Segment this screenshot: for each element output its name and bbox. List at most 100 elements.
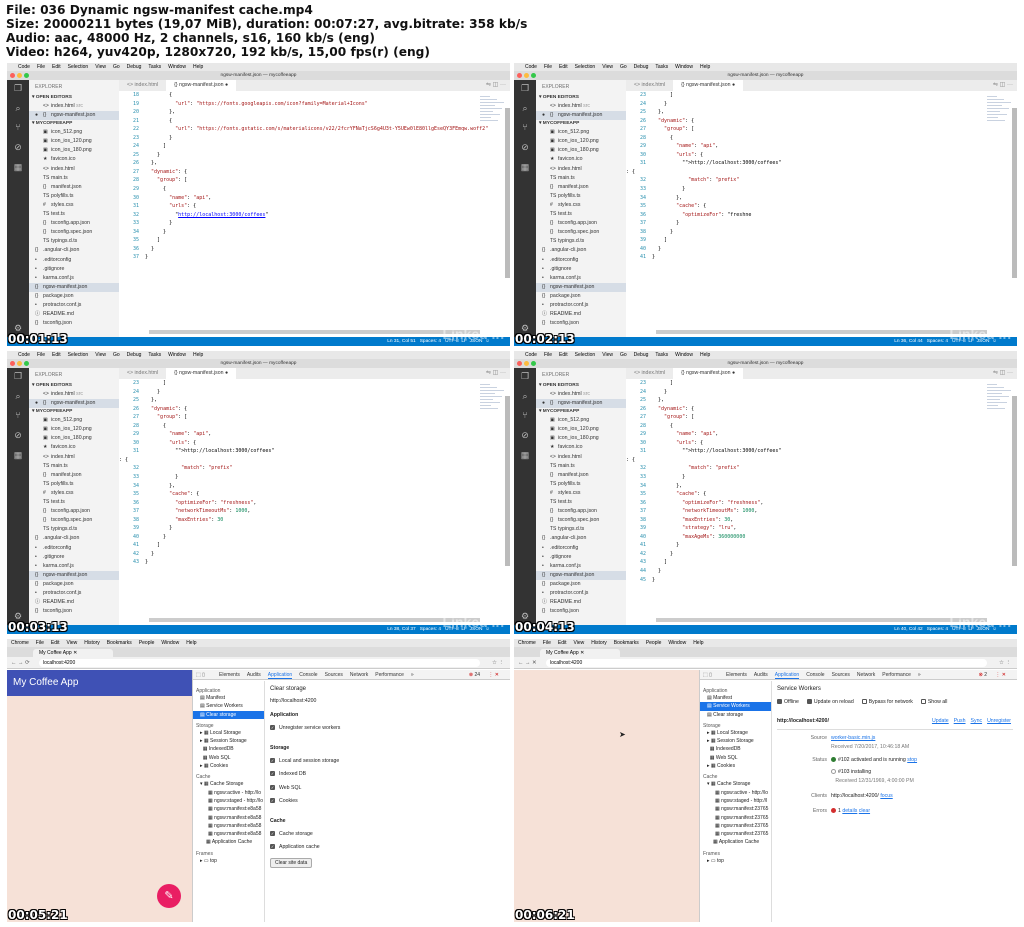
menu-item[interactable]: Window xyxy=(668,640,686,646)
app-page[interactable]: My Coffee App ✎ xyxy=(7,670,192,922)
code-line[interactable]: 26 "dynamic": { xyxy=(626,117,995,126)
menu-item[interactable]: Chrome xyxy=(11,640,29,646)
code-line[interactable]: 32 "http://localhost:3000/coffees" xyxy=(119,211,488,220)
code-line[interactable]: 28 { xyxy=(119,422,488,431)
explorer-file[interactable]: {} package.json xyxy=(29,292,119,301)
cache-entry[interactable]: ▦ ngsw:manifest:23765 xyxy=(700,822,771,830)
code-line[interactable]: 36 "optimizeFor": "freshness", xyxy=(626,499,995,508)
tab-ngsw-manifest[interactable]: {} ngsw-manifest.json ● xyxy=(673,368,744,379)
explorer-file[interactable]: TS test.ts xyxy=(29,498,119,507)
app-page[interactable]: ➤ xyxy=(514,670,699,922)
code-line[interactable]: 35 "cache": { xyxy=(119,490,488,499)
code-line[interactable]: 26 "dynamic": { xyxy=(626,405,995,414)
devtools-tab[interactable]: Console xyxy=(299,672,317,678)
open-editor-item[interactable]: ●{} ngsw-manifest.json xyxy=(536,111,626,121)
app-panel-item[interactable]: ▤ Clear storage xyxy=(700,711,771,719)
tab-index-html[interactable]: <> index.html xyxy=(119,80,166,91)
explorer-file[interactable]: # styles.css xyxy=(536,489,626,498)
devtools-tab[interactable]: Network xyxy=(350,672,368,678)
code-line[interactable]: 36 "optimizeFor": "freshness", xyxy=(119,499,488,508)
explorer-file[interactable]: {} package.json xyxy=(536,292,626,301)
menu-item[interactable]: Selection xyxy=(68,64,89,70)
explorer-file[interactable]: {} ngsw-manifest.json xyxy=(29,570,119,580)
code-line[interactable]: 27 "dynamic": { xyxy=(119,168,488,177)
extensions-icon[interactable]: ▦ xyxy=(519,162,531,172)
explorer-file[interactable]: TS test.ts xyxy=(536,498,626,507)
code-line[interactable]: 30 "urls": { xyxy=(119,439,488,448)
source-control-icon[interactable]: ⑂ xyxy=(12,410,24,420)
code-line[interactable]: 43} xyxy=(119,558,488,567)
explorer-file[interactable]: • .gitignore xyxy=(29,265,119,274)
sw-option-checkbox[interactable]: Update on reload xyxy=(806,699,854,705)
devtools-tab[interactable]: Sources xyxy=(832,672,850,678)
explorer-file[interactable]: {} ngsw-manifest.json xyxy=(536,570,626,580)
app-panel-item[interactable]: ▤ Clear storage xyxy=(193,710,264,719)
open-editors-section[interactable]: ▾ OPEN EDITORS xyxy=(29,382,119,390)
menu-item[interactable]: Tasks xyxy=(655,352,668,358)
code-line[interactable]: 38 "maxEntries": 30 xyxy=(119,516,488,525)
cache-storage-item[interactable]: ▾ ▦ Cache Storage xyxy=(700,780,771,788)
devtools-tab[interactable]: Performance xyxy=(882,672,911,678)
extensions-icon[interactable]: ▦ xyxy=(519,450,531,460)
menu-item[interactable]: People xyxy=(646,640,662,646)
open-editor-item[interactable]: ●{} ngsw-manifest.json xyxy=(29,111,119,121)
explorer-file[interactable]: {} ngsw-manifest.json xyxy=(29,282,119,292)
explorer-file[interactable]: {} tsconfig.spec.json xyxy=(536,228,626,237)
browser-menu-icon[interactable]: ☆ ⋮ xyxy=(492,657,504,669)
explorer-file[interactable]: <> index.html xyxy=(29,165,119,174)
explorer-file[interactable]: ▣ icon_ios_120.png xyxy=(536,425,626,434)
explorer-file[interactable]: {} manifest.json xyxy=(29,471,119,480)
source-control-icon[interactable]: ⑂ xyxy=(12,122,24,132)
explorer-file[interactable]: {} manifest.json xyxy=(29,183,119,192)
explorer-file[interactable]: • .editorconfig xyxy=(29,544,119,553)
menu-item[interactable]: Debug xyxy=(634,64,649,70)
cache-entry[interactable]: ▦ ngsw:staged - http://l xyxy=(700,797,771,805)
debug-icon[interactable]: ⊘ xyxy=(519,142,531,152)
explorer-file[interactable]: {} .angular-cli.json xyxy=(536,246,626,255)
code-line[interactable]: 45} xyxy=(626,576,995,585)
code-line[interactable]: 23 ] xyxy=(626,91,995,100)
debug-icon[interactable]: ⊘ xyxy=(12,142,24,152)
code-line[interactable]: 42 } xyxy=(119,550,488,559)
explorer-file[interactable]: • karma.conf.js xyxy=(29,562,119,571)
editor-actions[interactable]: ⇋ ◫ ··· xyxy=(993,368,1013,379)
url-input[interactable]: localhost:4200 xyxy=(39,659,480,667)
code-line[interactable]: 35 "cache": { xyxy=(626,202,995,211)
explorer-file[interactable]: {} tsconfig.json xyxy=(29,607,119,616)
code-line[interactable]: 21 { xyxy=(119,117,488,126)
stop-link[interactable]: stop xyxy=(907,757,917,763)
code-editor[interactable]: 23 ] 24 } 25 }, 26 "dynamic": {27 "group": … xyxy=(626,379,995,625)
code-line[interactable]: 24 } xyxy=(119,388,488,397)
open-editor-item[interactable]: <> index.html src xyxy=(536,390,626,399)
editor-actions[interactable]: ⇋ ◫ ··· xyxy=(993,80,1013,91)
app-panel-item[interactable]: ▤ Manifest xyxy=(193,694,264,702)
code-line[interactable]: 35 "cache": { xyxy=(626,490,995,499)
explorer-file[interactable]: • karma.conf.js xyxy=(536,562,626,571)
tab-ngsw-manifest[interactable]: {} ngsw-manifest.json ● xyxy=(166,80,237,91)
code-line[interactable]: 40 "maxAgeMs": 360000000 xyxy=(626,533,995,542)
cache-entry[interactable]: ▦ ngsw:manifest:e8a58 xyxy=(193,805,264,813)
explorer-file[interactable]: {} tsconfig.app.json xyxy=(536,219,626,228)
code-line[interactable]: 26 "dynamic": { xyxy=(119,405,488,414)
menu-item[interactable]: Go xyxy=(620,352,627,358)
storage-item[interactable]: ▸ ▦ Cookies xyxy=(700,762,771,770)
menu-item[interactable]: Window xyxy=(675,64,693,70)
explorer-file[interactable]: {} tsconfig.json xyxy=(29,319,119,328)
code-line[interactable]: 39 } xyxy=(119,524,488,533)
storage-item[interactable]: ▦ IndexedDB xyxy=(700,745,771,753)
menu-item[interactable]: Help xyxy=(193,352,203,358)
devtools-tab[interactable]: Application xyxy=(774,672,800,679)
explorer-file[interactable]: <> index.html xyxy=(536,453,626,462)
code-line[interactable]: 27 "group": [ xyxy=(119,413,488,422)
storage-checkbox[interactable]: ✓ Cookies xyxy=(270,796,506,810)
code-line[interactable]: 37 "networkTimeoutMs": 1000, xyxy=(626,507,995,516)
menu-item[interactable]: View xyxy=(95,352,106,358)
explorer-file[interactable]: {} tsconfig.json xyxy=(536,319,626,328)
menu-item[interactable]: Go xyxy=(620,64,627,70)
menu-item[interactable]: View xyxy=(602,352,613,358)
storage-checkbox[interactable]: ✓ Local and session storage xyxy=(270,756,506,770)
code-line[interactable]: 34 }, xyxy=(119,482,488,491)
focus-link[interactable]: focus xyxy=(880,793,892,799)
cache-entry[interactable]: ▦ ngsw:staged - http://lo xyxy=(193,797,264,805)
code-line[interactable]: 33 } xyxy=(119,219,488,228)
